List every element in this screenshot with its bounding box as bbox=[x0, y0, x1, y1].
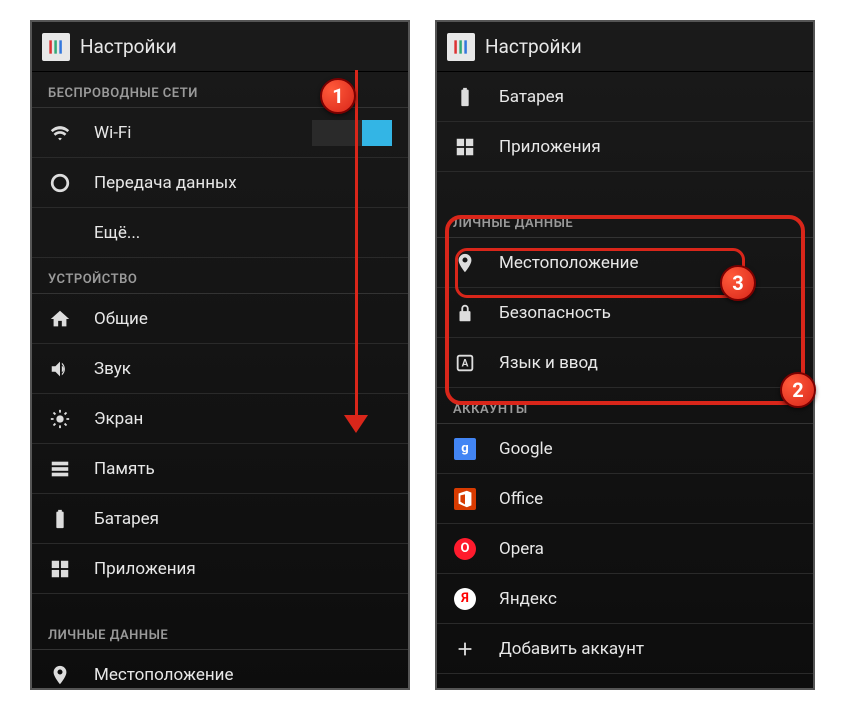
item-label: Google bbox=[499, 439, 797, 459]
google-icon: g bbox=[453, 437, 477, 461]
apps-icon bbox=[453, 135, 477, 159]
item-label: Местоположение bbox=[94, 665, 392, 685]
opera-icon: O bbox=[453, 537, 477, 561]
item-label: Приложения bbox=[94, 559, 392, 579]
blank-icon bbox=[48, 221, 72, 245]
location-icon bbox=[48, 663, 72, 687]
office-icon bbox=[453, 487, 477, 511]
callout-badge-3: 3 bbox=[720, 265, 756, 301]
item-sound[interactable]: Звук bbox=[32, 344, 408, 394]
storage-icon bbox=[48, 457, 72, 481]
battery-icon bbox=[453, 85, 477, 109]
settings-screen-left: Настройки БЕСПРОВОДНЫЕ СЕТИ Wi-Fi Переда… bbox=[30, 20, 410, 690]
item-yandex-account[interactable]: Я Яндекс bbox=[437, 574, 813, 624]
item-label: Добавить аккаунт bbox=[499, 639, 797, 659]
item-google-account[interactable]: g Google bbox=[437, 424, 813, 474]
header-title: Настройки bbox=[485, 35, 582, 58]
item-security[interactable]: Безопасность bbox=[437, 288, 813, 338]
item-label: Приложения bbox=[499, 137, 797, 157]
item-label: Общие bbox=[94, 309, 392, 329]
item-label: Opera bbox=[499, 539, 797, 559]
item-label: Местоположение bbox=[499, 253, 797, 273]
item-office-account[interactable]: Office bbox=[437, 474, 813, 524]
item-label: Передача данных bbox=[94, 173, 392, 193]
item-add-account[interactable]: Добавить аккаунт bbox=[437, 624, 813, 674]
item-label: Память bbox=[94, 459, 392, 479]
item-data-usage[interactable]: Передача данных bbox=[32, 158, 408, 208]
item-battery[interactable]: Батарея bbox=[437, 72, 813, 122]
header-title: Настройки bbox=[80, 35, 177, 58]
item-opera-account[interactable]: O Opera bbox=[437, 524, 813, 574]
section-system: СИСТЕМА bbox=[437, 674, 813, 690]
settings-app-icon bbox=[42, 33, 70, 61]
item-label: Безопасность bbox=[499, 303, 797, 323]
brightness-icon bbox=[48, 407, 72, 431]
lock-icon bbox=[453, 301, 477, 325]
scroll-arrow-head bbox=[344, 415, 368, 433]
item-language[interactable]: A Язык и ввод bbox=[437, 338, 813, 388]
item-general[interactable]: Общие bbox=[32, 294, 408, 344]
item-battery[interactable]: Батарея bbox=[32, 494, 408, 544]
section-accounts: АККАУНТЫ bbox=[437, 388, 813, 424]
item-apps[interactable]: Приложения bbox=[437, 122, 813, 172]
item-label: Батарея bbox=[94, 509, 392, 529]
item-label: Язык и ввод bbox=[499, 353, 797, 373]
item-label: Ещё... bbox=[94, 223, 392, 243]
scroll-arrow-line bbox=[355, 70, 358, 420]
header: Настройки bbox=[32, 22, 408, 72]
section-personal: ЛИЧНЫЕ ДАННЫЕ bbox=[437, 202, 813, 238]
wifi-icon bbox=[48, 121, 72, 145]
yandex-icon: Я bbox=[453, 587, 477, 611]
item-label: Звук bbox=[94, 359, 392, 379]
callout-badge-1: 1 bbox=[320, 78, 356, 114]
settings-app-icon bbox=[447, 33, 475, 61]
apps-icon bbox=[48, 557, 72, 581]
callout-badge-2: 2 bbox=[780, 372, 816, 408]
volume-icon bbox=[48, 357, 72, 381]
section-device: УСТРОЙСТВО bbox=[32, 258, 408, 294]
item-label: Wi-Fi bbox=[94, 123, 312, 143]
item-wifi[interactable]: Wi-Fi bbox=[32, 108, 408, 158]
home-icon bbox=[48, 307, 72, 331]
item-label: Яндекс bbox=[499, 589, 797, 609]
plus-icon bbox=[453, 637, 477, 661]
location-icon bbox=[453, 251, 477, 275]
header: Настройки bbox=[437, 22, 813, 72]
svg-text:A: A bbox=[462, 358, 469, 369]
item-more[interactable]: Ещё... bbox=[32, 208, 408, 258]
data-usage-icon bbox=[48, 171, 72, 195]
item-location[interactable]: Местоположение bbox=[32, 650, 408, 690]
settings-screen-right: Настройки Батарея Приложения ЛИЧНЫЕ ДАНН… bbox=[435, 20, 815, 690]
item-apps[interactable]: Приложения bbox=[32, 544, 408, 594]
section-personal: ЛИЧНЫЕ ДАННЫЕ bbox=[32, 614, 408, 650]
item-label: Батарея bbox=[499, 87, 797, 107]
wifi-toggle[interactable] bbox=[312, 120, 392, 146]
item-label: Office bbox=[499, 489, 797, 509]
battery-icon bbox=[48, 507, 72, 531]
item-storage[interactable]: Память bbox=[32, 444, 408, 494]
item-location[interactable]: Местоположение bbox=[437, 238, 813, 288]
language-icon: A bbox=[453, 351, 477, 375]
